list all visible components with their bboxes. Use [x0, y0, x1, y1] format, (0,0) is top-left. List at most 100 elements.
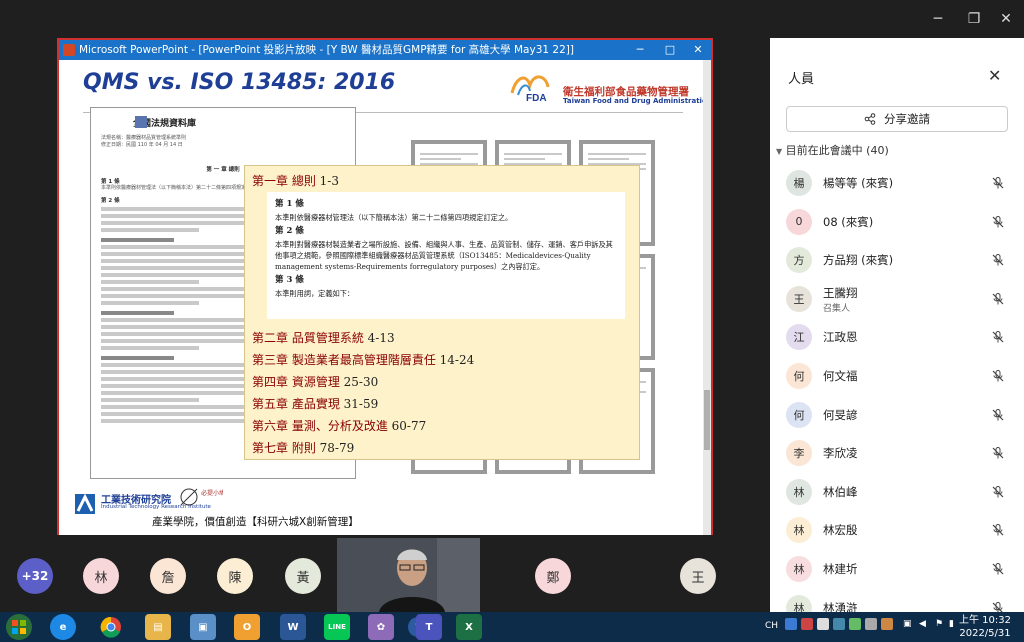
minimize-button[interactable]: ─ — [920, 0, 956, 38]
participant-row[interactable]: 方 方品翔 (來賓) — [786, 240, 1016, 279]
chapter-6: 第六章 量測、分析及改進 60-77 — [252, 417, 426, 434]
flag-icon[interactable]: ⚑ — [935, 619, 943, 629]
chapter-range: 14-24 — [439, 353, 475, 367]
mic-muted-icon[interactable] — [991, 446, 1005, 460]
ppt-close-button[interactable]: ✕ — [683, 40, 713, 60]
doc-meta-2: 修正日期：民國 110 年 04 月 14 日 — [101, 142, 183, 148]
mic-muted-icon[interactable] — [991, 330, 1005, 344]
clock[interactable]: 上午 10:32 2022/5/31 — [959, 614, 1011, 640]
battery-icon[interactable]: ▮ — [949, 619, 954, 629]
participant-list: 楊 楊等等 (來賓) 0 08 (來賓) 方 方品翔 (來賓) 王 王騰翔 召集人江 江政恩何 何文… — [786, 163, 1016, 626]
participant-row[interactable]: 何 何旻諺 — [786, 395, 1016, 434]
network-icon[interactable]: ▣ — [903, 619, 912, 629]
mic-muted-icon[interactable] — [991, 253, 1005, 267]
volume-icon[interactable]: ◀ — [919, 619, 926, 629]
mic-muted-icon[interactable] — [991, 408, 1005, 422]
mic-muted-icon[interactable] — [991, 292, 1005, 306]
close-icon: ✕ — [1000, 11, 1012, 27]
participant-row[interactable]: 林 林建圻 — [786, 549, 1016, 588]
start-button[interactable] — [6, 614, 32, 640]
tray-app-icon[interactable] — [817, 618, 829, 630]
in-meeting-section[interactable]: ▼ 目前在此會議中 (40) — [776, 142, 889, 158]
notes-app-icon[interactable]: ▣ — [190, 614, 216, 640]
tray-app-icon[interactable] — [881, 618, 893, 630]
ppt-minimize-button[interactable]: ─ — [625, 40, 655, 60]
fda-english-name: Taiwan Food and Drug Administration — [563, 97, 711, 105]
participant-row[interactable]: 楊 楊等等 (來賓) — [786, 163, 1016, 202]
participant-avatar: 李 — [786, 440, 812, 467]
line-app-icon[interactable]: LINE — [324, 614, 350, 640]
share-invite-button[interactable]: 分享邀請 — [786, 106, 1008, 132]
excel-glyph: X — [465, 621, 473, 633]
internet-explorer-icon[interactable]: e — [50, 614, 76, 640]
chevron-down-icon: ▼ — [776, 147, 783, 156]
teams-icon[interactable]: T — [416, 614, 442, 640]
participant-row[interactable]: 王 王騰翔 召集人 — [786, 279, 1016, 318]
file-explorer-icon[interactable]: ▤ — [145, 614, 171, 640]
avatar-initial: 陳 — [228, 570, 242, 586]
participant-avatar: 方 — [786, 247, 812, 274]
avatar-initial: 王 — [691, 570, 705, 586]
article-3-title: 第 3 條 — [275, 275, 304, 285]
participant-name: 王騰翔 — [823, 285, 858, 300]
doc-text-line — [101, 228, 199, 232]
gallery-avatar[interactable]: 黃 — [285, 558, 321, 594]
ppt-title-text: Microsoft PowerPoint - [PowerPoint 投影片放映… — [79, 44, 574, 56]
mascot-label: 必提小鳩 — [201, 489, 223, 497]
excel-icon[interactable]: X — [456, 614, 482, 640]
mic-muted-icon[interactable] — [991, 176, 1005, 190]
mic-muted-icon[interactable] — [991, 215, 1005, 229]
share-icon — [864, 113, 876, 125]
panel-close-button[interactable]: ✕ — [988, 66, 1001, 85]
ppt-maximize-button[interactable]: □ — [655, 40, 685, 60]
chapter-name: 第三章 製造業者最高管理階層責任 — [252, 353, 436, 367]
gallery-avatar[interactable]: 林 — [83, 558, 119, 594]
outlook-icon[interactable]: O — [234, 614, 260, 640]
scrollbar-thumb[interactable] — [704, 390, 710, 450]
participant-row[interactable]: 0 08 (來賓) — [786, 202, 1016, 241]
participant-role: 召集人 — [823, 303, 851, 314]
participant-row[interactable]: 林 林宏殷 — [786, 510, 1016, 549]
tray-app-icon[interactable] — [785, 618, 797, 630]
ppt-titlebar: Microsoft PowerPoint - [PowerPoint 投影片放映… — [59, 40, 711, 60]
gallery-avatar[interactable]: 詹 — [150, 558, 186, 594]
chrome-icon[interactable] — [98, 614, 124, 640]
avatar-initial: 何 — [793, 369, 805, 383]
close-window-button[interactable]: ✕ — [988, 0, 1024, 38]
maximize-icon: □ — [664, 43, 676, 56]
ppt-scrollbar[interactable] — [703, 60, 711, 535]
doc-heading-line — [101, 356, 175, 360]
itri-logo-icon — [75, 493, 95, 514]
chapter-name: 第六章 量測、分析及改進 — [252, 419, 388, 433]
restore-button[interactable]: ❐ — [956, 0, 992, 38]
gallery-avatar[interactable]: 鄭 — [535, 558, 571, 594]
gallery-avatar[interactable]: 王 — [680, 558, 716, 594]
mic-muted-icon[interactable] — [991, 369, 1005, 383]
participant-row[interactable]: 何 何文福 — [786, 356, 1016, 395]
mic-muted-icon[interactable] — [991, 485, 1005, 499]
word-icon[interactable]: W — [280, 614, 306, 640]
mic-muted-icon[interactable] — [991, 562, 1005, 576]
participant-name: 李欣凌 — [823, 446, 858, 461]
chapter-1: 第一章 總則 1-3 — [252, 172, 339, 189]
document-header: 全國法規資料庫 — [133, 119, 197, 129]
minimize-icon: ─ — [933, 11, 943, 27]
participant-row[interactable]: 李 李欣凌 — [786, 433, 1016, 472]
paint-app-icon[interactable]: ✿ — [368, 614, 394, 640]
gallery-avatar[interactable]: 陳 — [217, 558, 253, 594]
avatar-initial: 江 — [793, 331, 805, 345]
video-gallery: +32 林 詹 陳 黃 鄭 王 — [0, 538, 770, 612]
doc-text-line — [101, 346, 199, 350]
windows-start-icon — [12, 620, 26, 634]
chapter-1-excerpt: 第 1 條 本準則依醫療器材管理法（以下簡稱本法）第二十二條第四項規定訂定之。 … — [267, 192, 625, 319]
participant-row[interactable]: 江 江政恩 — [786, 317, 1016, 356]
tray-app-icon[interactable] — [849, 618, 861, 630]
more-participants-button[interactable]: +32 — [17, 558, 53, 594]
presenter-video[interactable] — [337, 538, 480, 612]
tray-app-icon[interactable] — [865, 618, 877, 630]
mic-muted-icon[interactable] — [991, 523, 1005, 537]
tray-app-icon[interactable] — [833, 618, 845, 630]
ime-indicator[interactable]: CH — [765, 621, 778, 631]
tray-app-icon[interactable] — [801, 618, 813, 630]
participant-row[interactable]: 林 林伯峰 — [786, 472, 1016, 511]
